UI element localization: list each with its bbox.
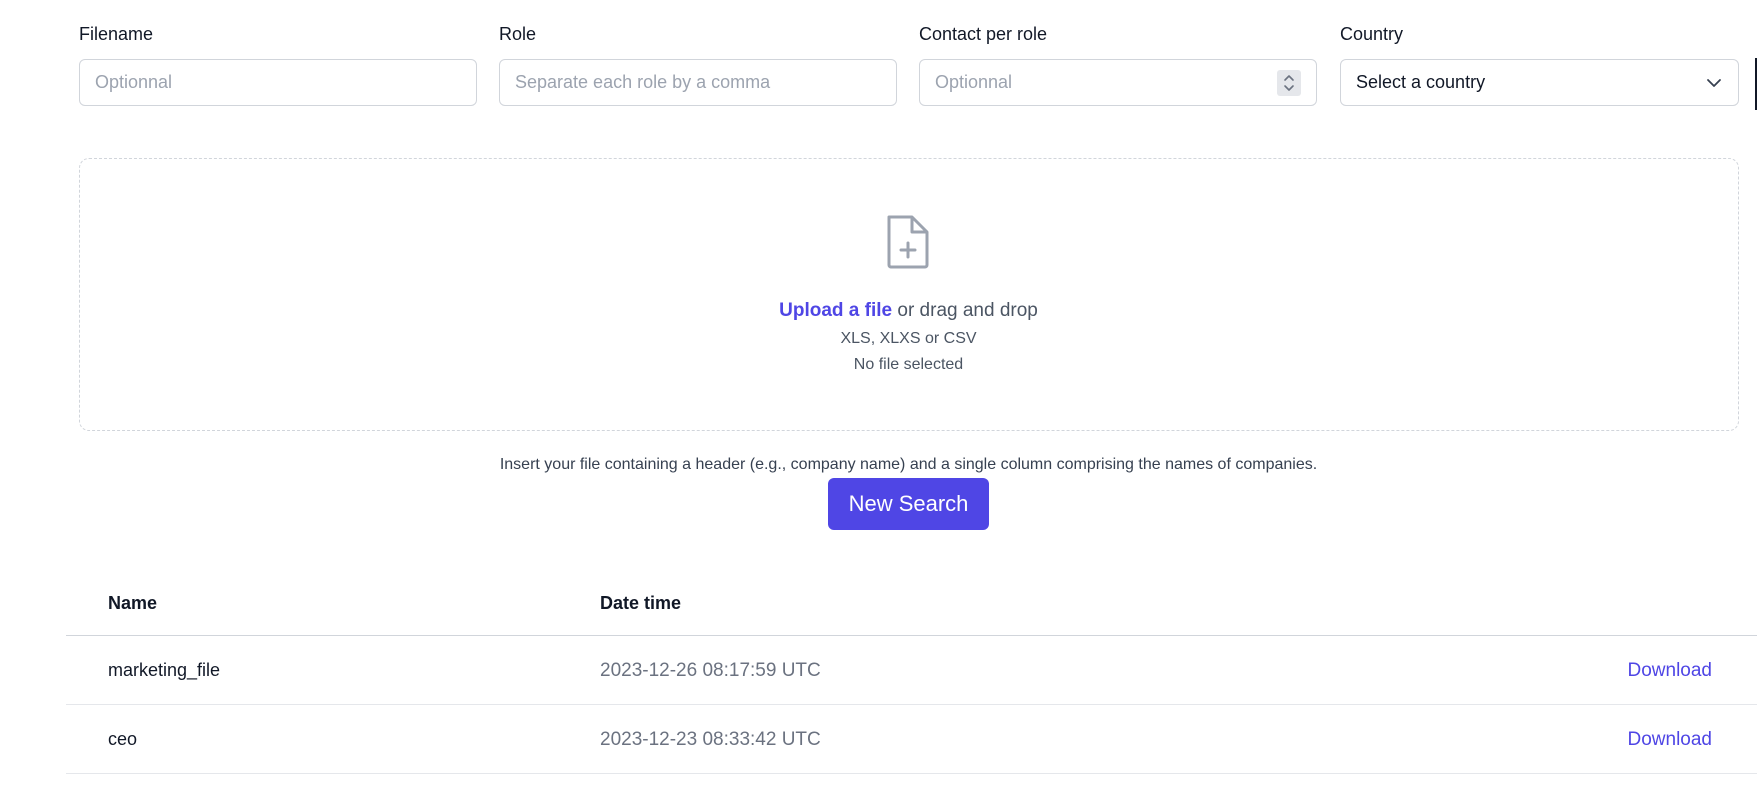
role-input[interactable] <box>499 59 897 106</box>
country-field-group: Country Select a country <box>1340 22 1739 106</box>
row-datetime: 2023-12-26 08:17:59 UTC <box>600 660 821 681</box>
table-row: marketing_file 2023-12-26 08:17:59 UTC D… <box>66 636 1757 705</box>
search-page: Filename Role Contact per role Country S… <box>0 0 1757 793</box>
role-field-group: Role <box>499 22 897 106</box>
row-name: marketing_file <box>108 660 221 680</box>
row-datetime: 2023-12-23 08:33:42 UTC <box>600 729 821 750</box>
download-link[interactable]: Download <box>1628 660 1713 682</box>
accepted-formats: XLS, XLXS or CSV <box>840 330 977 347</box>
contact-per-role-input[interactable] <box>919 59 1317 106</box>
file-dropzone[interactable] <box>79 158 1739 431</box>
chevron-down-icon <box>1705 74 1723 92</box>
table-header: Name Date time <box>66 583 1757 636</box>
document-plus-icon <box>887 215 929 269</box>
contact-per-role-field-group: Contact per role <box>919 22 1317 106</box>
role-label: Role <box>499 24 537 44</box>
number-stepper[interactable] <box>1277 70 1301 96</box>
row-name: ceo <box>108 729 138 749</box>
column-header-datetime: Date time <box>600 593 682 613</box>
drag-drop-text: or drag and drop <box>892 300 1038 321</box>
upload-instructions: Insert your file containing a header (e.… <box>499 456 1318 473</box>
upload-prompt: Upload a file or drag and drop <box>0 299 1757 323</box>
new-search-button[interactable]: New Search <box>828 478 989 530</box>
column-header-name: Name <box>108 593 158 613</box>
country-select[interactable]: Select a country <box>1340 59 1739 106</box>
stepper-arrows-icon <box>1284 75 1294 91</box>
download-link[interactable]: Download <box>1628 729 1713 751</box>
filename-field-group: Filename <box>79 22 477 106</box>
country-selected-value: Select a country <box>1356 72 1486 92</box>
upload-file-link[interactable]: Upload a file <box>779 300 892 321</box>
table-row: ceo 2023-12-23 08:33:42 UTC Download <box>66 705 1757 774</box>
filename-label: Filename <box>79 24 154 44</box>
country-label: Country <box>1340 24 1404 44</box>
searches-table: Name Date time marketing_file 2023-12-26… <box>66 583 1757 774</box>
filename-input[interactable] <box>79 59 477 106</box>
file-status: No file selected <box>853 356 964 373</box>
contact-per-role-label: Contact per role <box>919 24 1048 44</box>
